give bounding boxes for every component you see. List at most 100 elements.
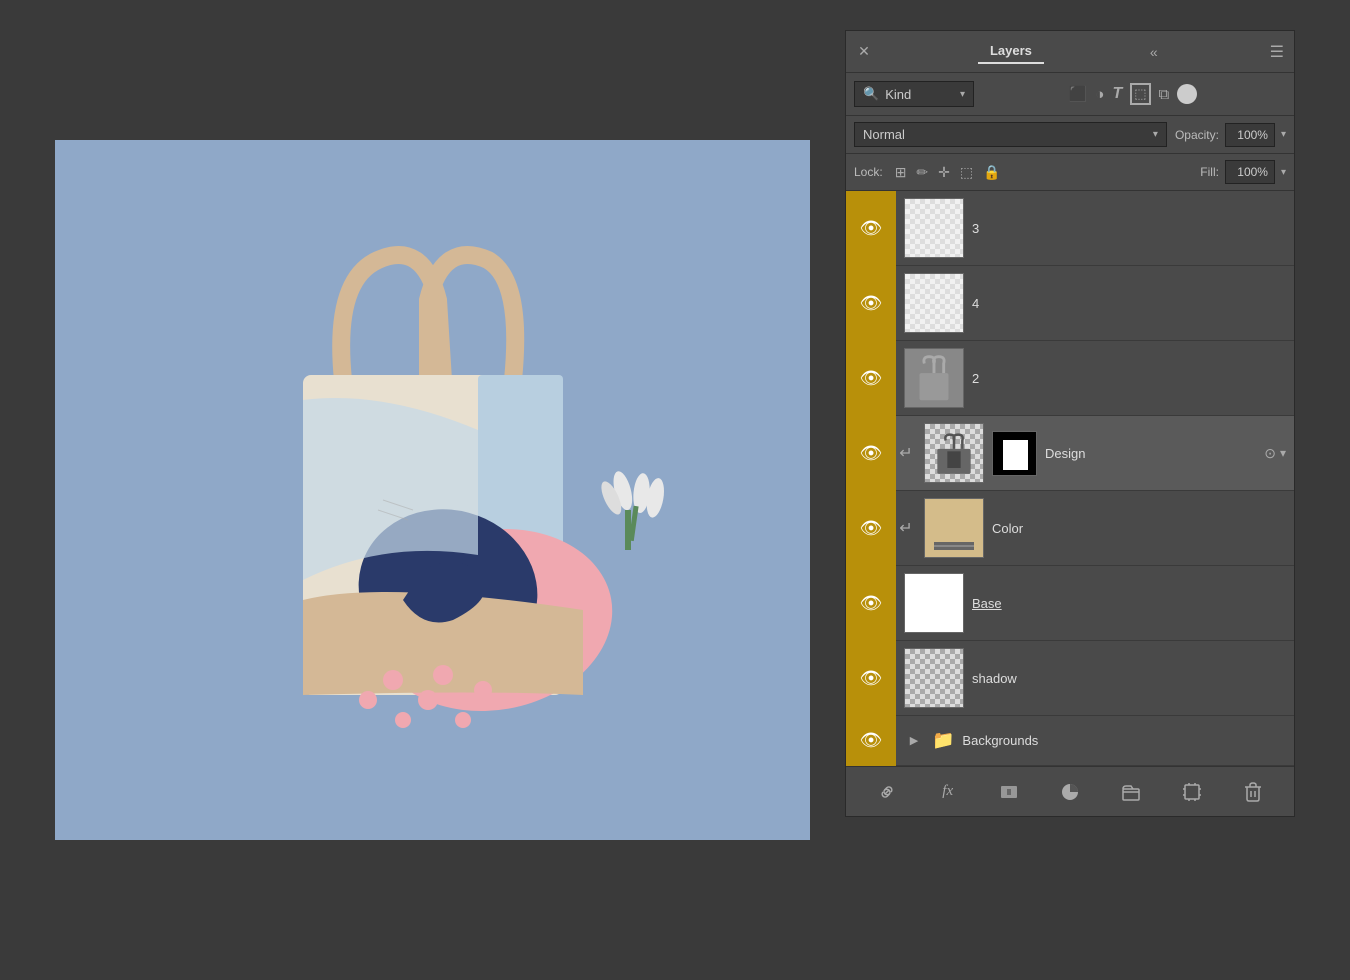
blend-dropdown-arrow: ▾	[1153, 129, 1158, 140]
eye-icon-color: 👁	[860, 518, 883, 539]
layer-2-thumb	[904, 348, 964, 408]
link-arrow-design: ↵	[896, 443, 916, 463]
layer-base-name: Base	[972, 596, 1294, 611]
fill-value[interactable]: 100%	[1225, 160, 1275, 184]
layer-2-name: 2	[972, 371, 1294, 386]
layer-item-base[interactable]: 👁 Base	[846, 566, 1294, 641]
fill-section: Fill: 100% ▾	[1200, 160, 1286, 184]
canvas-area	[55, 140, 810, 840]
opacity-dropdown-arrow[interactable]: ▾	[1281, 129, 1286, 140]
filter-icons: ⬛ ◑ T ⬚ ⧉	[980, 83, 1286, 105]
delete-layer-button[interactable]	[1236, 775, 1270, 809]
close-button[interactable]: ✕	[856, 44, 872, 60]
layer-color-visibility[interactable]: 👁	[846, 491, 896, 566]
eye-icon-2: 👁	[860, 368, 883, 389]
checker-bg-shadow	[905, 649, 963, 707]
layer-color-thumb	[924, 498, 984, 558]
eye-icon-shadow: 👁	[860, 668, 883, 689]
eye-icon-backgrounds: 👁	[860, 730, 883, 751]
menu-button[interactable]: ☰	[1270, 42, 1284, 62]
smart-object-icon: ⊙	[1264, 445, 1276, 462]
layer-2-visibility[interactable]: 👁	[846, 341, 896, 416]
white-overlay-4	[905, 274, 963, 332]
layer-item-design[interactable]: 👁 ↵ Design ⊙ ▾	[846, 416, 1294, 491]
mask-white-area	[1003, 440, 1028, 470]
layer-backgrounds-visibility[interactable]: 👁	[846, 716, 896, 766]
white-overlay	[905, 199, 963, 257]
opacity-value[interactable]: 100%	[1225, 123, 1275, 147]
opacity-section: Opacity: 100% ▾	[1175, 123, 1286, 147]
group-backgrounds-name: Backgrounds	[962, 733, 1038, 748]
eye-icon-base: 👁	[860, 593, 883, 614]
layer-3-visibility[interactable]: 👁	[846, 191, 896, 266]
opacity-label: Opacity:	[1175, 128, 1219, 142]
kind-label: Kind	[885, 87, 911, 102]
shape-filter-icon[interactable]: ⬚	[1130, 83, 1150, 105]
smart-filter-icon[interactable]: ⧉	[1159, 86, 1170, 103]
add-mask-button[interactable]	[992, 775, 1026, 809]
lock-pixels-icon[interactable]: ⊞	[895, 164, 907, 181]
folder-icon: 📁	[932, 730, 954, 751]
layer-shadow-thumb	[904, 648, 964, 708]
link-layers-button[interactable]	[870, 775, 904, 809]
lock-row: Lock: ⊞ ✏ ✛ ⬚ 🔒 Fill: 100% ▾	[846, 154, 1294, 191]
new-group-button[interactable]	[1114, 775, 1148, 809]
layer-group-backgrounds[interactable]: 👁 ▶ 📁 Backgrounds	[846, 716, 1294, 766]
bottom-toolbar: fx	[846, 766, 1294, 816]
lock-position-icon[interactable]: ✛	[938, 164, 950, 181]
layers-panel: ✕ Layers « ☰ 🔍 Kind ▾ ⬛ ◑ T ⬚ ⧉ Normal ▾…	[845, 30, 1295, 817]
new-adjustment-button[interactable]	[1053, 775, 1087, 809]
layer-design-chevron[interactable]: ▾	[1280, 446, 1286, 460]
type-filter-icon[interactable]: T	[1112, 85, 1122, 103]
fill-label: Fill:	[1200, 165, 1219, 179]
layers-tab[interactable]: Layers	[978, 39, 1044, 64]
layer-item-color[interactable]: 👁 ↵ Color	[846, 491, 1294, 566]
new-artboard-button[interactable]	[1175, 775, 1209, 809]
lock-icons: ⊞ ✏ ✛ ⬚ 🔒	[895, 164, 1001, 181]
layer-item-2[interactable]: 👁 2	[846, 341, 1294, 416]
image-filter-icon[interactable]: ⬛	[1069, 85, 1088, 103]
lock-label: Lock:	[854, 165, 883, 179]
kind-dropdown-arrow: ▾	[960, 89, 965, 100]
layer-4-thumb	[904, 273, 964, 333]
fx-button[interactable]: fx	[931, 775, 965, 809]
layer-3-thumb	[904, 198, 964, 258]
lock-all-icon[interactable]: 🔒	[983, 164, 1000, 181]
lock-paint-icon[interactable]: ✏	[916, 164, 928, 181]
tote-bag-image	[183, 200, 683, 780]
blend-mode-dropdown[interactable]: Normal ▾	[854, 122, 1167, 147]
link-arrow-color: ↵	[896, 518, 916, 538]
filter-bar: 🔍 Kind ▾ ⬛ ◑ T ⬚ ⧉	[846, 73, 1294, 116]
layer-4-name: 4	[972, 296, 1294, 311]
layer-shadow-name: shadow	[972, 671, 1294, 686]
layer-4-visibility[interactable]: 👁	[846, 266, 896, 341]
fill-dropdown-arrow[interactable]: ▾	[1281, 167, 1286, 178]
blend-mode-value: Normal	[863, 127, 905, 142]
layer-design-name: Design	[1045, 446, 1260, 461]
adjustment-filter-icon[interactable]: ◑	[1095, 86, 1104, 103]
lock-artboard-icon[interactable]: ⬚	[960, 164, 973, 181]
layer-design-visibility[interactable]: 👁	[846, 416, 896, 491]
eye-icon-3: 👁	[860, 218, 883, 239]
fx-label: fx	[942, 783, 953, 800]
layer-shadow-visibility[interactable]: 👁	[846, 641, 896, 716]
layer-base-visibility[interactable]: 👁	[846, 566, 896, 641]
layer-item-3[interactable]: 👁 3	[846, 191, 1294, 266]
eye-icon-design: 👁	[860, 443, 883, 464]
search-icon: 🔍	[863, 86, 879, 102]
panel-tabs: Layers	[978, 39, 1044, 64]
blend-row: Normal ▾ Opacity: 100% ▾	[846, 116, 1294, 154]
eye-icon-4: 👁	[860, 293, 883, 314]
color-filter-icon[interactable]	[1177, 84, 1197, 104]
layer-design-mask	[992, 431, 1037, 476]
layer-base-thumb	[904, 573, 964, 633]
layer-color-name: Color	[992, 521, 1294, 536]
layer-item-4[interactable]: 👁 4	[846, 266, 1294, 341]
layers-list[interactable]: 👁 3 👁 4 👁	[846, 191, 1294, 766]
group-expand-icon[interactable]: ▶	[904, 734, 924, 747]
layer-item-shadow[interactable]: 👁 shadow	[846, 641, 1294, 716]
layer-design-thumb	[924, 423, 984, 483]
panel-titlebar: ✕ Layers « ☰	[846, 31, 1294, 73]
kind-dropdown[interactable]: 🔍 Kind ▾	[854, 81, 974, 107]
collapse-button[interactable]: «	[1150, 44, 1156, 60]
